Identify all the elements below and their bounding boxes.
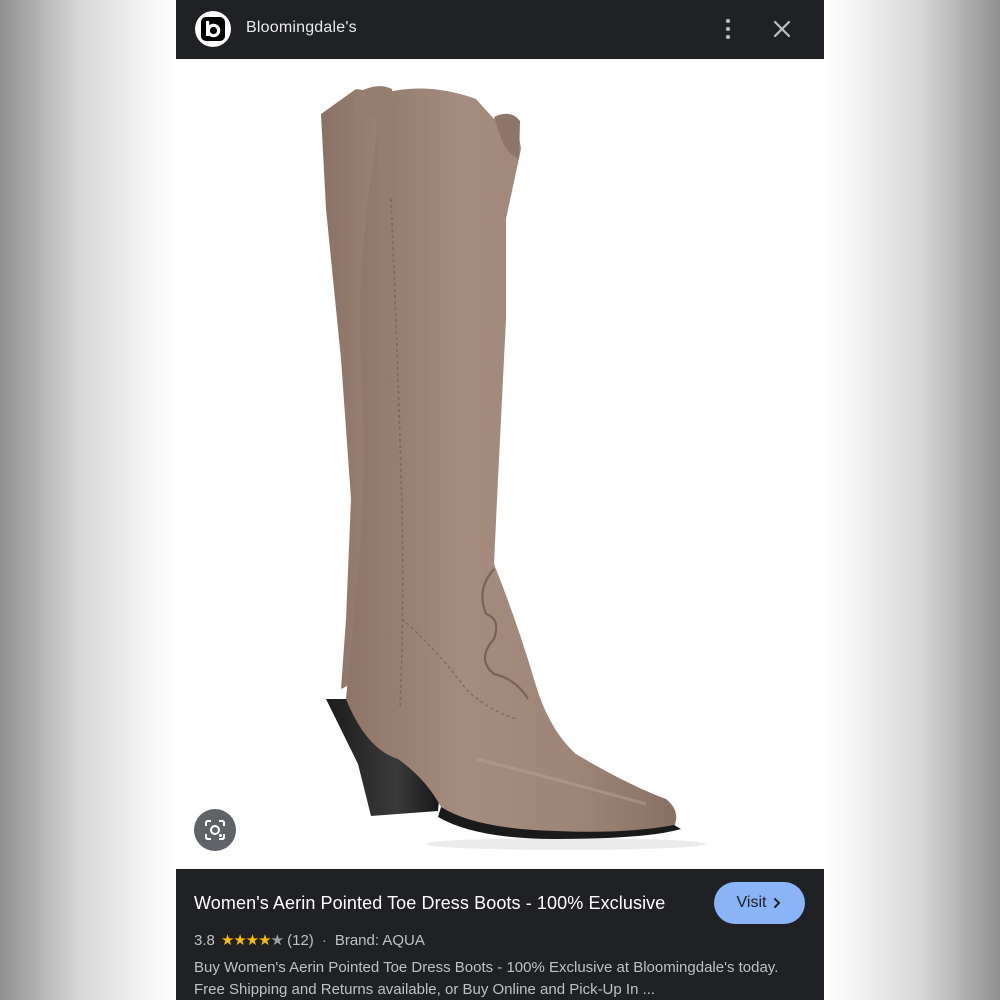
- star-icon: ★: [258, 932, 271, 949]
- star-rating: ★ ★ ★ ★ ★: [220, 931, 284, 949]
- star-icon: ★: [245, 932, 259, 949]
- site-logo[interactable]: [195, 11, 231, 47]
- image-viewer-panel: Bloomingdale's Women's Aerin Pointed Toe…: [176, 0, 824, 1000]
- product-description: Buy Women's Aerin Pointed Toe Dress Boot…: [194, 959, 779, 998]
- rating-value: 3.8: [194, 931, 215, 949]
- chevron-right-icon: [774, 898, 781, 908]
- product-title[interactable]: Women's Aerin Pointed Toe Dress Boots - …: [194, 893, 665, 914]
- close-icon: [773, 20, 791, 38]
- star-icon: ★: [220, 932, 234, 949]
- visit-label: Visit: [736, 894, 767, 911]
- product-image-area[interactable]: [176, 59, 824, 869]
- lens-search-button[interactable]: [194, 809, 236, 851]
- star-icon: ★: [233, 932, 246, 949]
- visit-button[interactable]: Visit: [714, 882, 805, 924]
- bloomingdales-logo-icon: [201, 17, 225, 41]
- lens-icon: [205, 820, 225, 840]
- brand-label: Brand: AQUA: [334, 931, 425, 949]
- close-button[interactable]: [770, 17, 794, 41]
- boot-image: [321, 86, 706, 850]
- review-count: (12): [287, 931, 314, 949]
- site-name[interactable]: Bloomingdale's: [246, 19, 357, 37]
- top-bar: Bloomingdale's: [176, 0, 824, 59]
- more-options-button[interactable]: [716, 14, 740, 44]
- separator: ·: [321, 931, 327, 949]
- result-info-panel: Women's Aerin Pointed Toe Dress Boots - …: [176, 869, 824, 1000]
- star-empty-icon: ★: [270, 932, 284, 949]
- more-vert-icon: [726, 19, 730, 23]
- rating-row: 3.8 ★ ★ ★ ★ ★ (12) · Brand: AQUA: [194, 931, 425, 950]
